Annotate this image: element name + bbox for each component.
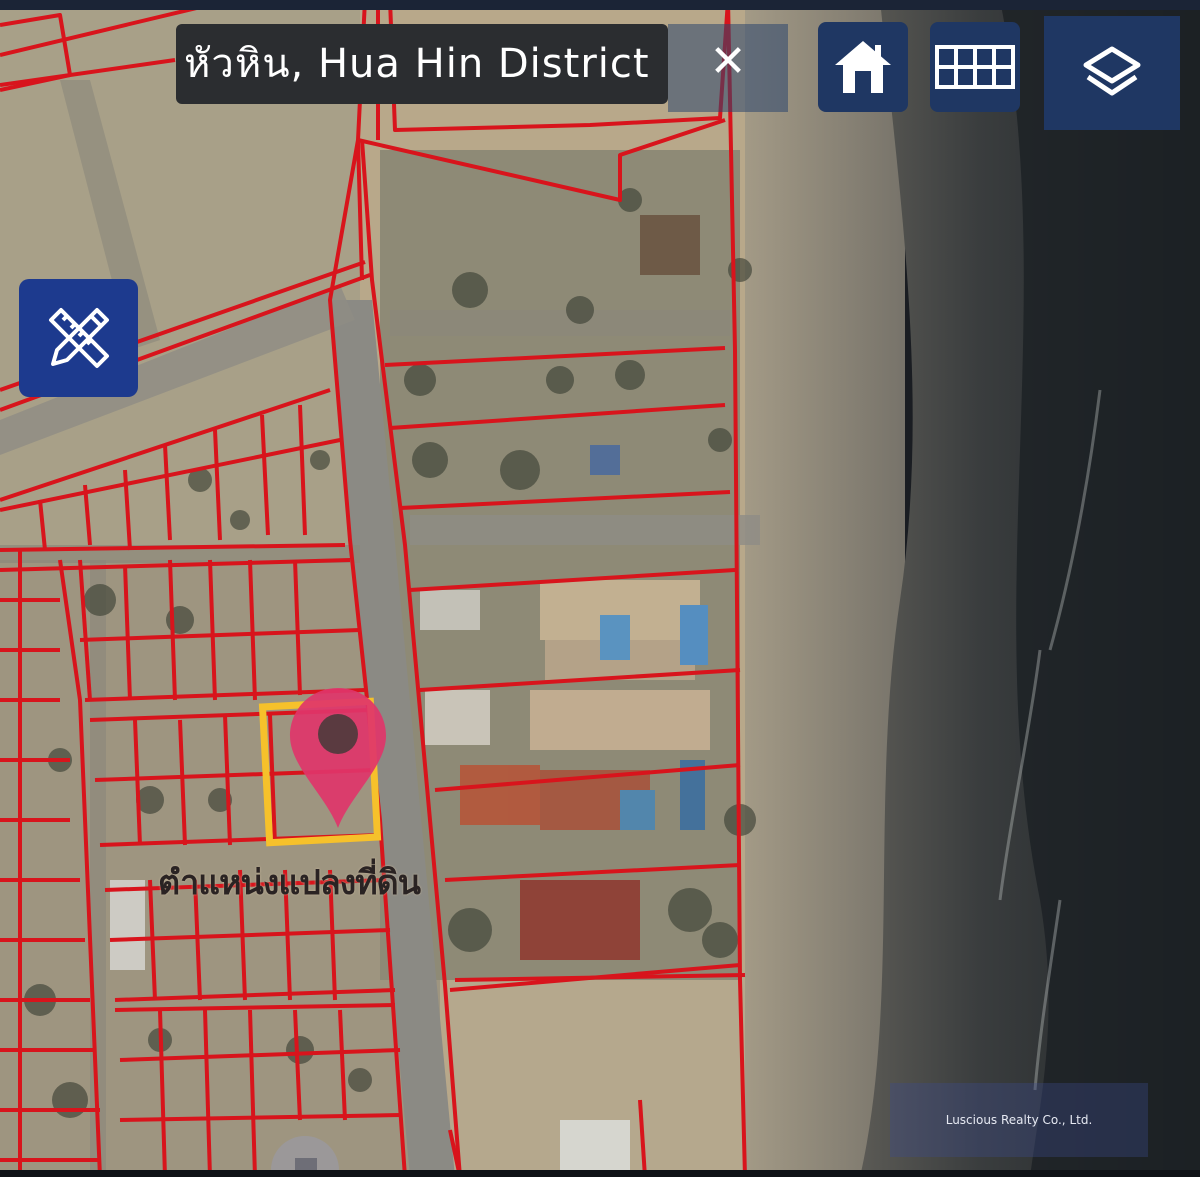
location-pin-icon (290, 688, 386, 828)
grid-button[interactable] (930, 22, 1020, 112)
map-view[interactable]: หัวหิน, Hua Hin District ✕ ตำแหน่งแปลงที… (0, 0, 1200, 1177)
watermark: Luscious Realty Co., Ltd. (890, 1083, 1148, 1157)
search-input[interactable]: หัวหิน, Hua Hin District (176, 24, 668, 104)
layers-button[interactable] (1044, 16, 1180, 130)
home-button[interactable] (818, 22, 908, 112)
bottom-bar (0, 1170, 1200, 1177)
parcel-location-label: ตำแหน่งแปลงที่ดิน (158, 863, 421, 903)
location-pin[interactable] (288, 686, 388, 835)
home-icon (835, 41, 891, 93)
ruler-pencil-icon (48, 308, 109, 368)
close-icon: ✕ (709, 36, 747, 87)
top-status-bar (0, 0, 1200, 10)
measure-tool-button[interactable] (19, 279, 138, 397)
layers-icon (1083, 46, 1141, 96)
grid-icon (935, 45, 1015, 89)
close-button[interactable]: ✕ (668, 24, 788, 112)
satellite-basemap (0, 0, 1200, 1177)
